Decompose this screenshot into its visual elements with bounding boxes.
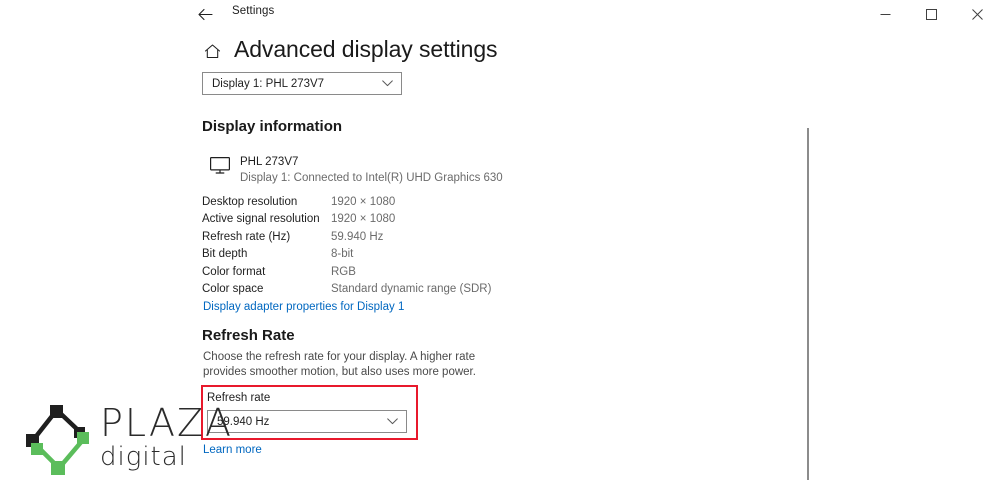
close-button[interactable] [954, 0, 1000, 28]
detail-value: 1920 × 1080 [331, 195, 396, 208]
page-header: Advanced display settings [201, 35, 498, 62]
detail-label: Desktop resolution [202, 195, 298, 208]
refresh-rate-dropdown[interactable]: 59.940 Hz [207, 410, 407, 433]
page-title: Advanced display settings [234, 35, 498, 62]
detail-label: Bit depth [202, 248, 248, 261]
table-row: Bit depth 8-bit [202, 246, 491, 264]
minimize-button[interactable] [862, 0, 908, 28]
refresh-rate-heading: Refresh Rate [202, 327, 295, 344]
plaza-tagline-text: digital [100, 442, 187, 472]
scrollbar-thumb[interactable] [807, 128, 809, 480]
monitor-icon [207, 157, 233, 179]
monitor-name: PHL 273V7 [240, 156, 299, 168]
refresh-rate-value: 59.940 Hz [217, 415, 270, 428]
table-row: Color format RGB [202, 263, 491, 281]
display-adapter-properties-link[interactable]: Display adapter properties for Display 1 [203, 299, 404, 317]
title-bar: Settings [0, 0, 1000, 30]
chevron-down-icon [387, 418, 398, 425]
home-icon[interactable] [201, 40, 223, 62]
display-information-heading: Display information [202, 118, 343, 135]
plaza-wordmark: PLAZA digital [100, 404, 233, 471]
detail-value: RGB [331, 265, 356, 278]
detail-label: Color space [202, 283, 264, 296]
detail-value: 59.940 Hz [331, 230, 384, 243]
maximize-button[interactable] [908, 0, 954, 28]
monitor-summary: PHL 273V7 Display 1: Connected to Intel(… [207, 155, 503, 186]
plaza-brand-text: PLAZA [100, 401, 233, 445]
plaza-logo-mark [22, 401, 94, 479]
detail-value: 8-bit [331, 248, 354, 261]
app-title: Settings [232, 5, 275, 17]
detail-value: 1920 × 1080 [331, 213, 396, 226]
monitor-connection: Display 1: Connected to Intel(R) UHD Gra… [240, 172, 503, 184]
chevron-down-icon [382, 80, 393, 87]
plaza-digital-watermark: PLAZA digital [22, 398, 231, 486]
window-controls [862, 0, 1000, 28]
refresh-rate-description: Choose the refresh rate for your display… [203, 351, 476, 378]
detail-label: Active signal resolution [202, 213, 320, 226]
detail-value: Standard dynamic range (SDR) [331, 283, 492, 296]
vertical-scrollbar[interactable] [806, 128, 810, 480]
display-selector-value: Display 1: PHL 273V7 [212, 77, 325, 90]
table-row: Color space Standard dynamic range (SDR) [202, 281, 491, 299]
detail-label: Color format [202, 265, 266, 278]
display-selector-dropdown[interactable]: Display 1: PHL 273V7 [202, 72, 402, 95]
table-row: Refresh rate (Hz) 59.940 Hz [202, 228, 491, 246]
back-arrow-icon[interactable] [192, 2, 218, 26]
display-details-list: Desktop resolution 1920 × 1080 Active si… [202, 193, 491, 298]
table-row: Desktop resolution 1920 × 1080 [202, 193, 491, 211]
table-row: Active signal resolution 1920 × 1080 [202, 211, 491, 229]
detail-label: Refresh rate (Hz) [202, 230, 291, 243]
